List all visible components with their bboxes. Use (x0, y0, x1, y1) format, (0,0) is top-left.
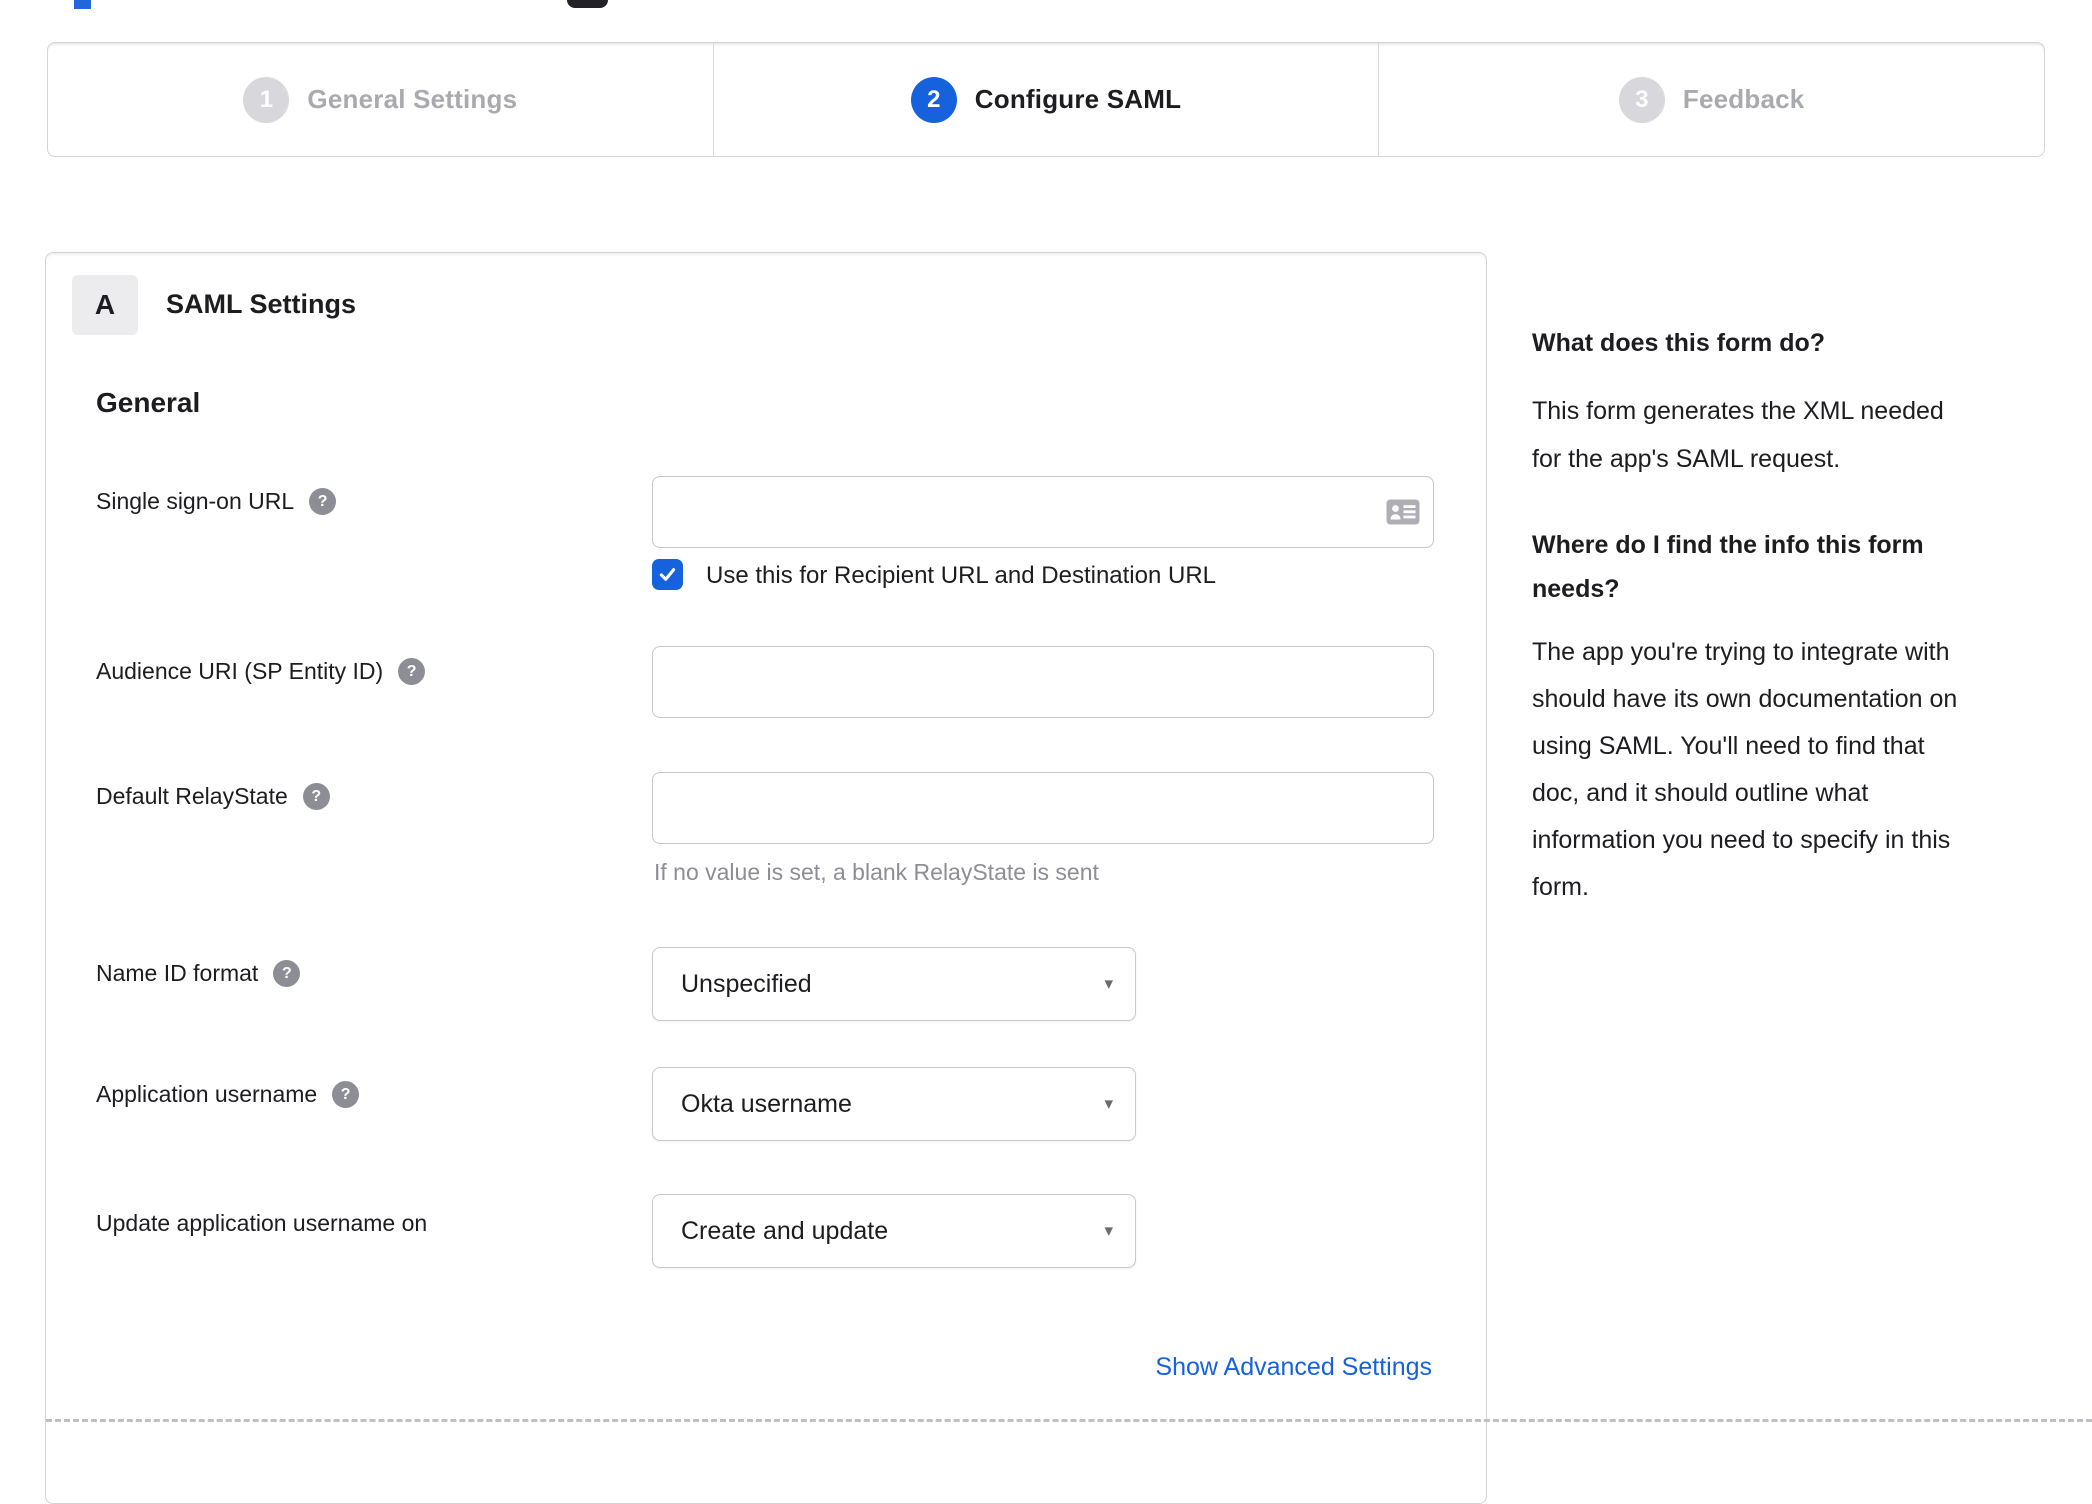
selected-value: Create and update (681, 1216, 889, 1245)
step-label: Configure SAML (974, 84, 1182, 114)
step-configure-saml[interactable]: 2 Configure SAML (712, 43, 1379, 156)
single-sign-on-url-input[interactable] (652, 476, 1434, 548)
relaystate-hint: If no value is set, a blank RelayState i… (654, 859, 1099, 885)
step-label: General Settings (307, 84, 518, 114)
selected-value: Okta username (681, 1089, 852, 1118)
use-for-recipient-destination-checkbox[interactable] (652, 559, 683, 590)
help-answer-2: The app you're trying to integrate with … (1532, 638, 1958, 901)
application-username-select[interactable]: Okta username ▾ (652, 1067, 1136, 1141)
label-text: Application username (96, 1081, 318, 1107)
saml-settings-panel: A SAML Settings General Single sign-on U… (45, 252, 1487, 1504)
help-icon[interactable]: ? (309, 488, 337, 515)
name-id-format-select[interactable]: Unspecified ▾ (652, 947, 1136, 1021)
bottom-dashed-separator (46, 1419, 2092, 1422)
section-a-badge: A (72, 275, 138, 335)
chevron-down-icon: ▾ (1104, 974, 1113, 993)
help-question-2: Where do I find the info this form needs… (1532, 531, 1924, 603)
show-advanced-settings-link[interactable]: Show Advanced Settings (1155, 1353, 1432, 1382)
label-text: Update application username on (96, 1210, 428, 1236)
step-label: Feedback (1682, 84, 1805, 114)
clipped-header-fragment (74, 0, 91, 9)
wizard-stepper: 1 General Settings 2 Configure SAML 3 Fe… (47, 42, 2045, 157)
single-sign-on-url-label: Single sign-on URL ? (96, 488, 337, 515)
step-number-badge: 2 (910, 76, 957, 123)
chevron-down-icon: ▾ (1104, 1094, 1113, 1113)
step-general-settings[interactable]: 1 General Settings (48, 43, 713, 156)
default-relaystate-input[interactable] (652, 772, 1434, 844)
contact-card-icon[interactable] (1386, 499, 1420, 525)
general-section-heading: General (96, 387, 201, 418)
update-application-username-select[interactable]: Create and update ▾ (652, 1194, 1136, 1268)
label-text: Default RelayState (96, 783, 288, 809)
check-icon (659, 568, 676, 581)
chevron-down-icon: ▾ (1104, 1221, 1113, 1240)
step-feedback[interactable]: 3 Feedback (1378, 43, 2044, 156)
help-sidebar: What does this form do? This form genera… (1532, 321, 2077, 911)
help-icon[interactable]: ? (398, 658, 426, 685)
default-relaystate-label: Default RelayState ? (96, 783, 330, 810)
checkbox-label: Use this for Recipient URL and Destinati… (706, 562, 1217, 589)
name-id-format-label: Name ID format ? (96, 960, 301, 987)
application-username-label: Application username ? (96, 1081, 360, 1108)
help-question-1: What does this form do? (1532, 329, 1826, 357)
step-number-badge: 1 (243, 76, 290, 123)
label-text: Single sign-on URL (96, 488, 295, 514)
audience-uri-input[interactable] (652, 646, 1434, 718)
label-text: Name ID format (96, 960, 259, 986)
help-answer-1: This form generates the XML needed for t… (1532, 397, 1944, 473)
update-application-username-label: Update application username on (96, 1210, 427, 1237)
help-icon[interactable]: ? (302, 783, 330, 810)
step-number-badge: 3 (1618, 76, 1665, 123)
help-icon[interactable]: ? (332, 1081, 360, 1108)
help-icon[interactable]: ? (273, 960, 301, 987)
clipped-header-icon-fragment (567, 0, 608, 8)
panel-title: SAML Settings (166, 289, 357, 319)
label-text: Audience URI (SP Entity ID) (96, 658, 384, 684)
selected-value: Unspecified (681, 969, 812, 998)
audience-uri-label: Audience URI (SP Entity ID) ? (96, 658, 426, 685)
